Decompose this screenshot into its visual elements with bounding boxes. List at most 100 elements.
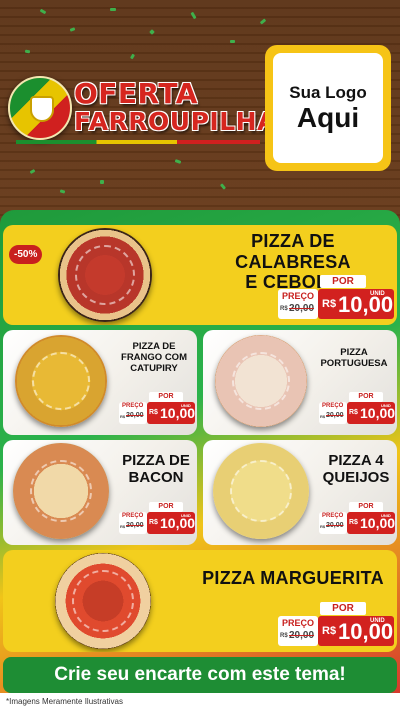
new-price-box: R$ 10,00 UNID [147, 512, 195, 534]
confetti [149, 29, 155, 35]
confetti [39, 8, 47, 15]
product-name-line-3: CATUPIRY [130, 362, 178, 374]
product-name: PIZZA DE FRANGO COM CATUPIRY [113, 341, 195, 375]
confetti [230, 40, 235, 43]
por-label: POR [349, 392, 383, 402]
product-card-bacon[interactable]: PIZZA DE BACON POR PREÇO R$ 20,00 R$ 10,… [3, 440, 197, 545]
old-price: 20,00 [326, 412, 344, 419]
product-name-line-1: PIZZA DE CALABRESA [235, 231, 351, 272]
old-price: 20,00 [289, 303, 315, 314]
flag-stripe [16, 140, 260, 144]
price-label: PREÇO [282, 291, 315, 301]
product-name: PIZZA MARGUERITA [193, 568, 393, 589]
pizza-portuguesa-image [215, 335, 307, 427]
create-flyer-cta[interactable]: Crie seu encarte com este tema! [3, 657, 397, 693]
confetti [29, 168, 36, 175]
title-line-1: OFERTA [74, 77, 198, 110]
logo-text-line-1: Sua Logo [289, 83, 367, 102]
unit-label: UNID [370, 618, 385, 624]
product-name: PIZZA PORTUGUESA [313, 347, 395, 370]
product-name-line-1: PIZZA 4 [328, 452, 384, 469]
pizza-bacon-image [13, 443, 109, 539]
product-name-line-2: QUEIJOS [322, 469, 390, 487]
confetti [219, 183, 227, 190]
price-block: POR PREÇO R$ 20,00 R$ 10,00 UNID [119, 392, 195, 426]
rio-grande-do-sul-coat-of-arms-icon [8, 76, 72, 140]
old-price: 20,00 [289, 630, 315, 641]
product-name: PIZZA 4 QUEIJOS [317, 452, 395, 487]
unit-label: UNID [370, 291, 385, 297]
price-block: POR PREÇO R$ 20,00 R$ 10,00 UNID [278, 602, 394, 648]
confetti [69, 27, 76, 32]
new-price-box: R$ 10,00 UNID [318, 616, 394, 646]
product-name-line-2: PORTUGUESA [320, 357, 388, 369]
logo-inner: Sua Logo Aqui [273, 53, 383, 163]
product-card-portuguesa[interactable]: PIZZA PORTUGUESA POR PREÇO R$ 20,00 R$ 1… [203, 330, 397, 435]
product-card-calabresa[interactable]: -50% PIZZA DE CALABRESA E CEBOLA POR PRE… [3, 225, 397, 325]
product-name: PIZZA DE BACON [117, 452, 195, 487]
confetti [100, 180, 104, 184]
confetti [129, 53, 136, 60]
unit-label: UNID [381, 403, 391, 408]
pizza-calabresa-image [58, 228, 152, 322]
new-price-box: R$ 10,00 UNID [147, 402, 195, 424]
logo-text-line-2: Aqui [296, 102, 360, 133]
por-label: POR [349, 502, 383, 512]
old-price-box: PREÇO R$ 20,00 [119, 512, 147, 534]
pizza-frango-image [15, 335, 107, 427]
old-currency: R$ [280, 306, 288, 312]
old-currency: R$ [120, 414, 126, 419]
old-currency: R$ [320, 524, 326, 529]
price-label: PREÇO [122, 513, 144, 519]
old-price-box: PREÇO R$ 20,00 [319, 512, 347, 534]
campaign-title: OFERTA FARROUPILHA [74, 77, 277, 136]
product-name-line-2: BACON [128, 469, 184, 487]
price-label: PREÇO [122, 403, 144, 409]
currency: R$ [149, 519, 158, 526]
por-label: POR [320, 275, 366, 288]
old-currency: R$ [280, 633, 288, 639]
old-currency: R$ [120, 524, 126, 529]
old-currency: R$ [320, 414, 326, 419]
price-label: PREÇO [282, 618, 315, 628]
pizza-marguerita-image [55, 553, 151, 649]
product-name-line-1: PIZZA DE [122, 452, 190, 469]
old-price-box: PREÇO R$ 20,00 [119, 402, 147, 424]
confetti [190, 11, 197, 20]
currency: R$ [349, 519, 358, 526]
pizza-4-queijos-image [213, 443, 309, 539]
currency: R$ [349, 409, 358, 416]
unit-label: UNID [381, 513, 391, 518]
title-line-2: FARROUPILHA [74, 107, 277, 136]
price-block: POR PREÇO R$ 20,00 R$ 10,00 UNID [319, 392, 395, 426]
old-price-box: PREÇO R$ 20,00 [278, 289, 318, 319]
price-block: POR PREÇO R$ 20,00 R$ 10,00 UNID [278, 275, 394, 321]
new-price-box: R$ 10,00 UNID [347, 402, 395, 424]
confetti [59, 189, 66, 194]
old-price: 20,00 [326, 522, 344, 529]
logo-placeholder[interactable]: Sua Logo Aqui [265, 45, 391, 171]
confetti [110, 8, 116, 11]
price-label: PREÇO [322, 403, 344, 409]
confetti [259, 18, 267, 25]
footer-disclaimer: *Imagens Meramente Ilustrativas [0, 693, 400, 711]
header-banner: OFERTA FARROUPILHA Sua Logo Aqui [0, 0, 400, 215]
product-card-marguerita[interactable]: PIZZA MARGUERITA POR PREÇO R$ 20,00 R$ 1… [3, 550, 397, 652]
product-card-frango-catupiry[interactable]: PIZZA DE FRANGO COM CATUPIRY POR PREÇO R… [3, 330, 197, 435]
old-price-box: PREÇO R$ 20,00 [278, 616, 318, 646]
price-label: PREÇO [322, 513, 344, 519]
price-block: POR PREÇO R$ 20,00 R$ 10,00 UNID [119, 502, 195, 536]
confetti [24, 49, 31, 54]
price-block: POR PREÇO R$ 20,00 R$ 10,00 UNID [319, 502, 395, 536]
por-label: POR [320, 602, 366, 615]
unit-label: UNID [181, 513, 191, 518]
confetti [174, 159, 182, 164]
currency: R$ [322, 298, 337, 310]
currency: R$ [322, 625, 337, 637]
old-price: 20,00 [126, 522, 144, 529]
product-card-4-queijos[interactable]: PIZZA 4 QUEIJOS POR PREÇO R$ 20,00 R$ 10… [203, 440, 397, 545]
new-price-box: R$ 10,00 UNID [347, 512, 395, 534]
unit-label: UNID [181, 403, 191, 408]
por-label: POR [149, 502, 183, 512]
coat-of-arms-shield [30, 96, 54, 122]
